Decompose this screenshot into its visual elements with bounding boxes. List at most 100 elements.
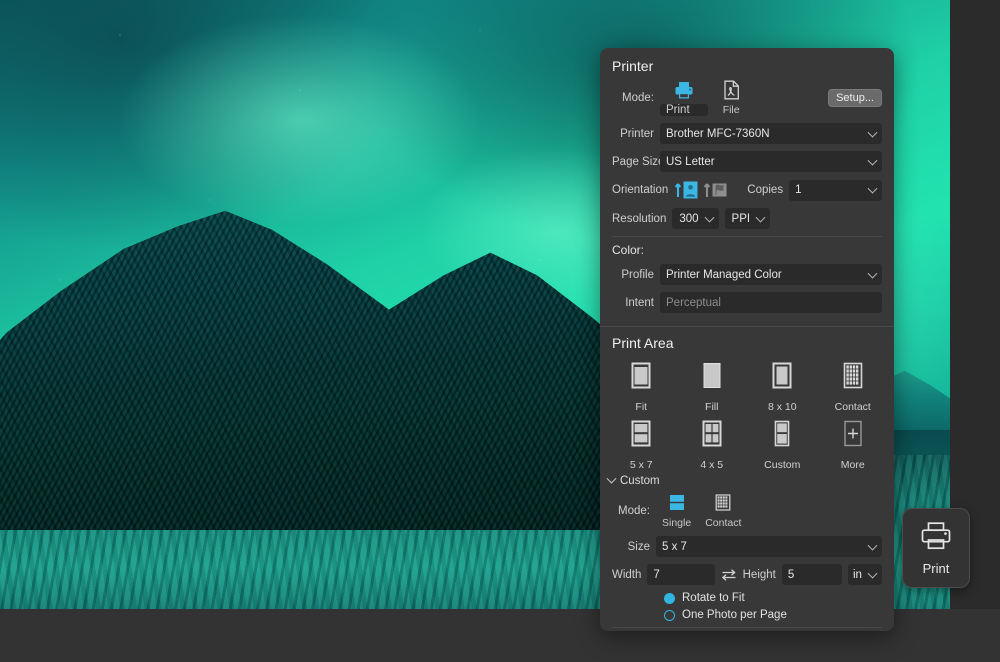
radio-group: Rotate to Fit One Photo per Page: [612, 592, 882, 621]
print-area-heading: Print Area: [612, 335, 674, 351]
mode-option-print-label: Print: [660, 104, 708, 116]
mode-option-file[interactable]: File: [722, 80, 741, 116]
preset-5x7[interactable]: 5 x 7: [606, 419, 677, 471]
height-input-value: 5: [787, 568, 795, 581]
intent-row: Intent Perceptual: [612, 292, 882, 313]
width-input-value: 7: [653, 568, 660, 581]
radio-unselected-icon: [664, 609, 675, 621]
custom-mode-single[interactable]: Single: [662, 493, 691, 529]
mode-option-print[interactable]: Print: [660, 80, 708, 116]
fill-preset-icon: [697, 361, 727, 398]
printer-icon: [673, 80, 695, 103]
radio-selected-icon: [664, 592, 675, 604]
orientation-copies-row: Orientation Copies 1: [612, 179, 882, 201]
custom-mode-group: Single Contact: [662, 493, 741, 529]
size-row: Size 5 x 7: [612, 536, 882, 557]
mode-option-file-label: File: [722, 104, 740, 116]
printer-select-value: Brother MFC-7360N: [666, 127, 770, 140]
preset-fit[interactable]: Fit: [606, 361, 677, 413]
preset-8x10[interactable]: 8 x 10: [747, 361, 818, 413]
chevron-down-icon: [867, 183, 878, 194]
copies-select[interactable]: 1: [789, 179, 882, 201]
panel-title: Printer: [612, 58, 654, 74]
copies-label: Copies: [747, 184, 784, 196]
more-preset-icon: [838, 419, 868, 456]
preset-custom-label: Custom: [764, 459, 801, 471]
swap-dimensions-icon[interactable]: [721, 568, 737, 582]
five-by-seven-preset-icon: [626, 419, 656, 456]
resolution-row: Resolution 300 PPI: [612, 208, 882, 229]
setup-button[interactable]: Setup...: [828, 89, 882, 107]
color-heading: Color:: [612, 243, 645, 257]
intent-label: Intent: [625, 296, 654, 309]
radio-rotate-to-fit-label: Rotate to Fit: [682, 592, 745, 604]
intent-field-placeholder: Perceptual: [666, 296, 721, 309]
page-size-row: Page Size US Letter: [612, 151, 882, 172]
width-input[interactable]: 7: [647, 564, 715, 585]
custom-mode-contact-label: Contact: [705, 517, 742, 529]
preset-contact[interactable]: Contact: [818, 361, 889, 413]
custom-section-toggle[interactable]: Custom: [600, 473, 894, 493]
single-layout-icon: [666, 493, 688, 516]
chevron-down-icon: [867, 568, 878, 579]
chevron-down-icon: [606, 473, 617, 484]
custom-preset-icon: [767, 419, 797, 456]
width-label: Width: [612, 568, 642, 581]
chevron-down-icon: [755, 212, 766, 223]
print-area-presets: Fit Fill 8 x 10 Contact 5 x 7 4 x 5 Cust…: [600, 357, 894, 473]
resolution-unit-value: PPI: [731, 212, 751, 225]
resolution-unit-select[interactable]: PPI: [724, 208, 771, 229]
preset-contact-label: Contact: [834, 401, 871, 413]
page-size-label: Page Size: [612, 155, 665, 168]
radio-rotate-to-fit[interactable]: Rotate to Fit: [664, 592, 882, 604]
preset-fit-label: Fit: [635, 401, 648, 413]
print-button[interactable]: Print: [902, 508, 970, 588]
orientation-label: Orientation: [612, 184, 669, 196]
printer-select[interactable]: Brother MFC-7360N: [660, 123, 882, 144]
printer-row: Printer Brother MFC-7360N: [612, 123, 882, 144]
preset-5x7-label: 5 x 7: [629, 459, 653, 471]
landscape-orientation-icon[interactable]: [703, 179, 727, 201]
four-by-five-preset-icon: [697, 419, 727, 456]
printer-icon: [919, 521, 953, 556]
size-select[interactable]: 5 x 7: [656, 536, 882, 557]
size-label: Size: [627, 540, 650, 553]
height-input[interactable]: 5: [781, 564, 842, 585]
profile-row: Profile Printer Managed Color: [612, 264, 882, 285]
preset-more[interactable]: More: [818, 419, 889, 471]
custom-settings-block: Mode: Single Contact Size 5 x 7 Width 7 …: [600, 493, 894, 631]
chevron-down-icon: [704, 212, 714, 223]
chevron-down-icon: [867, 540, 878, 551]
height-label: Height: [742, 568, 776, 581]
chevron-down-icon: [867, 268, 878, 279]
contact-sheet-preset-icon: [838, 361, 868, 398]
radio-one-photo-per-page[interactable]: One Photo per Page: [664, 609, 882, 621]
custom-mode-contact[interactable]: Contact: [705, 493, 741, 529]
preset-8x10-label: 8 x 10: [767, 401, 797, 413]
print-panel: Printer Mode: Print File Setup... Printe…: [600, 48, 894, 631]
profile-label: Profile: [621, 268, 654, 281]
preset-custom[interactable]: Custom: [747, 419, 818, 471]
unit-select[interactable]: in: [848, 564, 882, 585]
eight-by-ten-preset-icon: [767, 361, 797, 398]
divider: [612, 627, 882, 628]
resolution-select[interactable]: 300: [672, 208, 719, 229]
page-size-select[interactable]: US Letter: [660, 151, 882, 172]
preset-4x5[interactable]: 4 x 5: [677, 419, 748, 471]
preset-fill-label: Fill: [705, 401, 719, 413]
fit-preset-icon: [626, 361, 656, 398]
mode-label: Mode:: [622, 92, 654, 104]
mode-icon-group: Print File: [660, 80, 741, 116]
mode-row: Mode: Print File Setup...: [612, 80, 882, 116]
profile-select[interactable]: Printer Managed Color: [660, 264, 882, 285]
copies-select-value: 1: [795, 184, 802, 196]
custom-mode-label: Mode:: [618, 505, 650, 517]
radio-one-photo-per-page-label: One Photo per Page: [682, 609, 787, 621]
chevron-down-icon: [867, 127, 878, 138]
preset-fill[interactable]: Fill: [677, 361, 748, 413]
custom-section-label: Custom: [620, 475, 660, 487]
intent-field[interactable]: Perceptual: [660, 292, 882, 313]
custom-mode-single-label: Single: [662, 517, 692, 529]
portrait-orientation-icon[interactable]: [674, 179, 698, 201]
divider: [612, 236, 882, 237]
